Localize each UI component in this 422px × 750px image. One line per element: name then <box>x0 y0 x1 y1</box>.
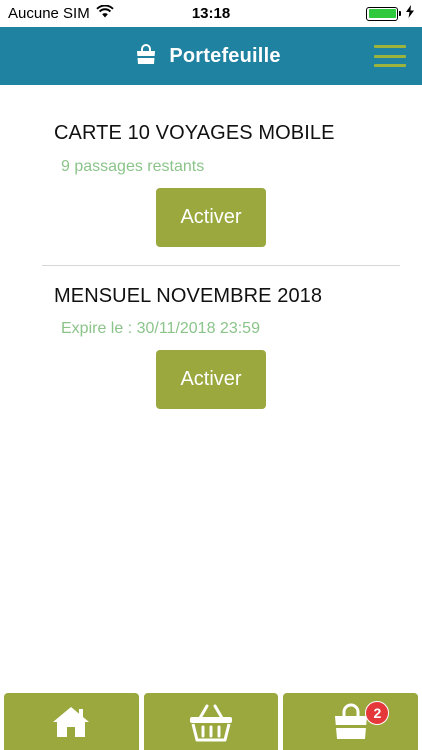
activate-button[interactable]: Activer <box>156 188 266 247</box>
charging-bolt-icon <box>406 5 414 22</box>
product-subtitle: 9 passages restants <box>61 158 205 175</box>
page-title: Portefeuille <box>169 44 281 67</box>
home-icon <box>52 705 90 739</box>
app-header: Portefeuille <box>0 27 422 85</box>
hamburger-menu-icon[interactable] <box>374 45 406 67</box>
cart-count-badge: 2 <box>365 701 390 725</box>
header-title-group: Portefeuille <box>135 43 280 70</box>
tab-home[interactable] <box>4 693 139 750</box>
basket-icon <box>188 702 234 742</box>
carrier-label: Aucune SIM <box>8 5 90 22</box>
activate-button[interactable]: Activer <box>156 350 266 409</box>
status-right <box>366 5 414 22</box>
status-bar: Aucune SIM 13:18 <box>0 0 422 27</box>
wifi-icon <box>96 4 114 22</box>
product-title: MENSUEL NOVEMBRE 2018 <box>54 285 323 307</box>
product-subtitle: Expire le : 30/11/2018 23:59 <box>61 320 260 337</box>
shopping-bag-icon <box>332 703 370 741</box>
bottom-nav: 2 <box>0 690 422 750</box>
tab-cart[interactable]: 2 <box>283 693 419 750</box>
status-left: Aucune SIM <box>8 4 114 22</box>
product-title: CARTE 10 VOYAGES MOBILE <box>54 122 335 144</box>
shopping-bag-icon <box>135 43 157 70</box>
wallet-item: MENSUEL NOVEMBRE 2018 Expire le : 30/11/… <box>0 265 422 425</box>
battery-icon <box>366 6 401 21</box>
tab-basket[interactable] <box>143 693 279 750</box>
wallet-item: CARTE 10 VOYAGES MOBILE 9 passages resta… <box>0 85 422 265</box>
wallet-list: CARTE 10 VOYAGES MOBILE 9 passages resta… <box>0 85 422 425</box>
